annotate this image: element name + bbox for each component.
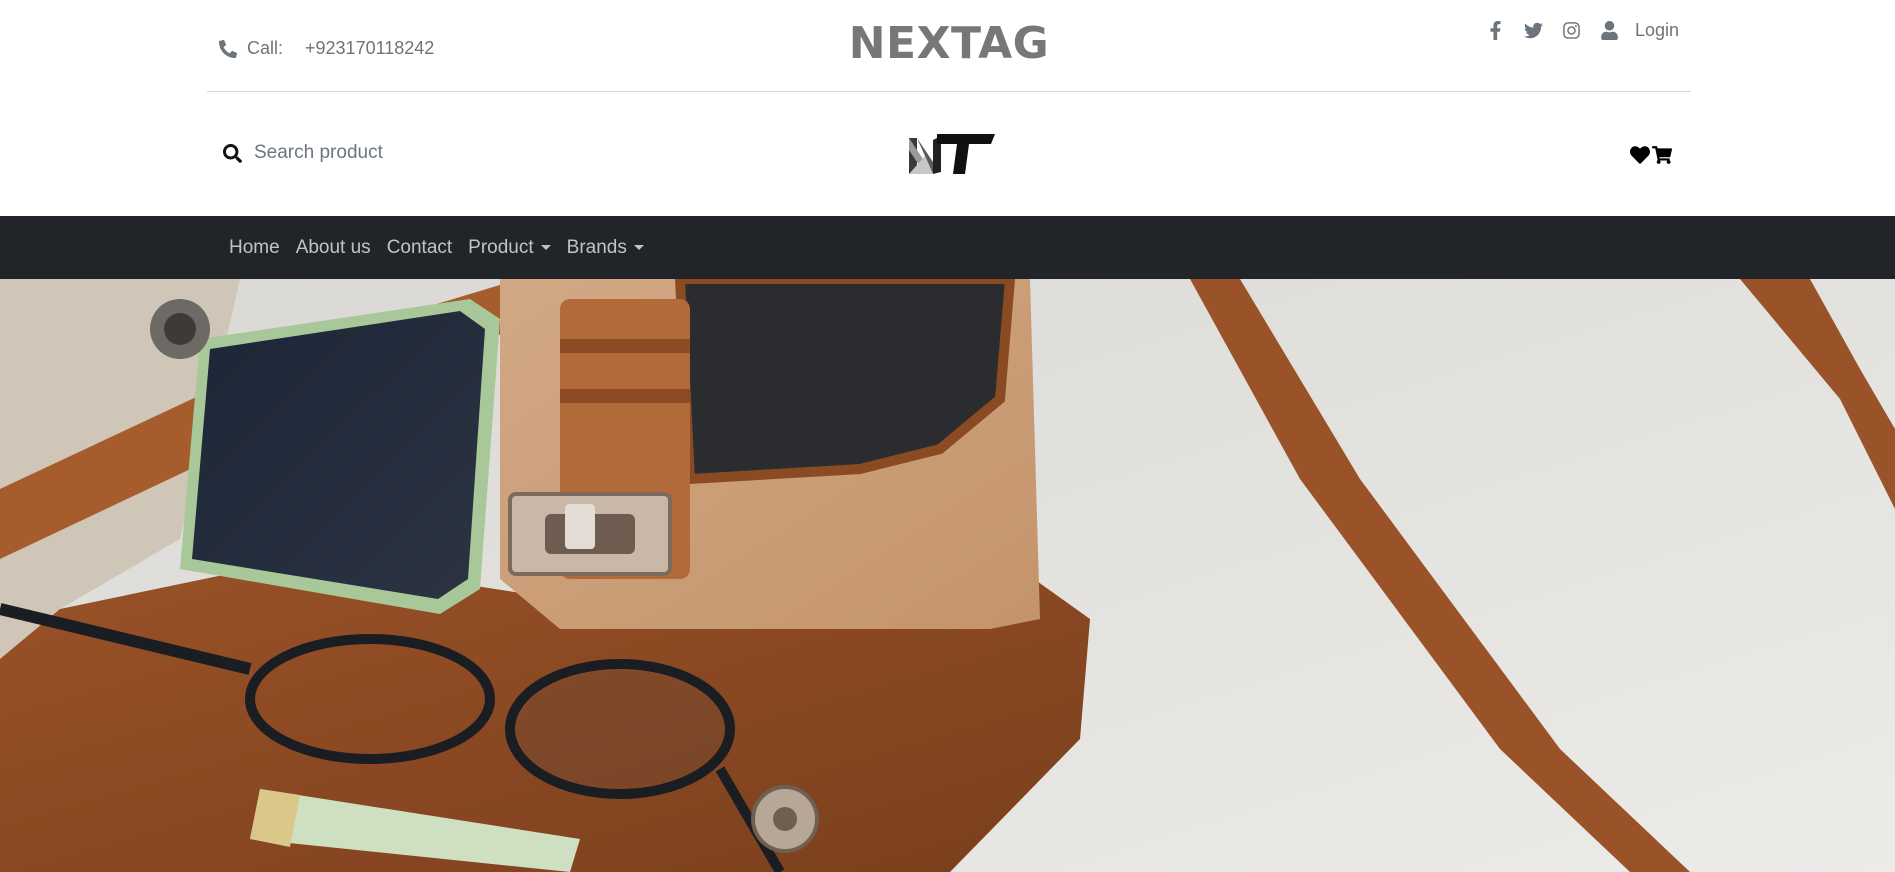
cart-icon[interactable] [1651, 144, 1673, 166]
search-logo-bar [207, 92, 1691, 216]
call-label: Call: [247, 38, 284, 58]
nav-label: About us [295, 236, 371, 258]
search-box [223, 142, 534, 164]
search-input[interactable] [254, 142, 534, 164]
top-bar: Call: +923170118242 NEXTAG Login [207, 0, 1691, 92]
nav-item-home[interactable]: Home [221, 237, 288, 259]
call-info: Call: +923170118242 [219, 38, 434, 59]
nav-item-product[interactable]: Product [460, 237, 558, 259]
nav-label: Product [468, 236, 534, 258]
nav-item-about-us[interactable]: About us [288, 237, 379, 259]
caret-down-icon [540, 245, 551, 250]
login-link[interactable]: Login [1635, 20, 1679, 41]
instagram-icon[interactable] [1561, 19, 1583, 41]
nav-item-brands[interactable]: Brands [559, 237, 652, 259]
phone-icon [219, 39, 237, 58]
caret-down-icon [633, 245, 644, 250]
shop-icons [1629, 144, 1673, 166]
nav-label: Brands [566, 236, 627, 258]
user-icon[interactable] [1599, 19, 1621, 41]
nav-label: Home [229, 236, 280, 258]
main-navbar: Home About us Contact Product Brands [0, 216, 1895, 279]
nav-item-contact[interactable]: Contact [379, 237, 460, 259]
twitter-icon[interactable] [1523, 19, 1545, 41]
nav-label: Contact [386, 236, 453, 258]
search-icon[interactable] [223, 143, 242, 163]
social-links: Login [1469, 19, 1679, 41]
hero-image [0, 279, 1895, 872]
facebook-icon[interactable] [1485, 19, 1507, 41]
brand-title[interactable]: NEXTAG [849, 18, 1050, 69]
heart-icon[interactable] [1629, 144, 1651, 166]
nt-logo[interactable] [907, 128, 997, 178]
phone-number[interactable]: +923170118242 [305, 38, 434, 59]
